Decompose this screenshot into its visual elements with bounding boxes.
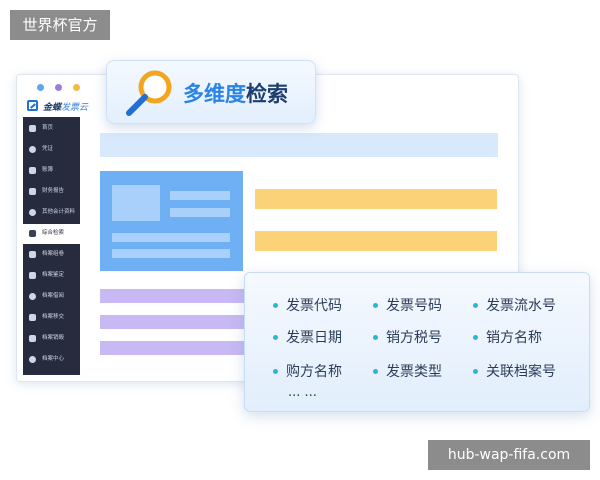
search-title: 多维度检索: [183, 78, 288, 108]
sidebar-item-archive-group[interactable]: 档案组卷: [23, 245, 80, 265]
brand-logo: 金蝶发票云: [23, 97, 97, 117]
trash-icon: [29, 335, 36, 342]
sidebar-item-label: 凭证: [42, 146, 54, 152]
more-fields-ellipsis: ... ...: [288, 385, 317, 400]
pie-chart-icon: [29, 146, 36, 153]
search-list-icon: [29, 230, 36, 237]
sidebar-item-label: 其他会计资料: [42, 209, 76, 215]
sidebar-item-archive-transfer[interactable]: 档案移交: [23, 308, 80, 328]
text-placeholder: [112, 233, 230, 242]
sidebar-item-report[interactable]: 财务报告: [23, 182, 80, 202]
magnifier-icon: [126, 70, 172, 116]
folder-icon: [29, 251, 36, 258]
preview-card: [100, 171, 243, 271]
bullet-icon: [473, 334, 478, 340]
field-item[interactable]: 发票类型: [373, 361, 442, 381]
logo-icon: [27, 100, 38, 111]
search-title-highlight: 多维度: [183, 82, 246, 106]
sidebar-item-label: 财务报告: [42, 188, 65, 194]
field-item[interactable]: 发票号码: [373, 295, 442, 315]
brand-sub: 发票云: [61, 103, 89, 113]
image-placeholder: [112, 185, 160, 221]
search-bar-placeholder[interactable]: [100, 133, 498, 157]
purple-row: [100, 315, 260, 329]
watermark-top: 世界杯官方: [10, 10, 110, 40]
sidebar-item-label: 档案借阅: [42, 293, 65, 299]
window-dot-purple[interactable]: [55, 84, 62, 91]
report-icon: [29, 188, 36, 195]
yellow-row: [255, 189, 497, 209]
sidebar-item-archive-appraise[interactable]: 档案鉴定: [23, 266, 80, 286]
field-item[interactable]: 购方名称: [273, 361, 342, 381]
search-title-rest: 检索: [246, 82, 288, 106]
sidebar-item-label: 档案移交: [42, 314, 65, 320]
search-header-card: 多维度检索: [106, 60, 316, 124]
sidebar-item-search[interactable]: 综合检索: [23, 224, 80, 244]
circle-icon: [29, 209, 36, 216]
sidebar-item-label: 档案组卷: [42, 251, 65, 257]
bullet-icon: [273, 368, 278, 374]
sidebar-item-label: 账簿: [42, 167, 54, 173]
archive-center-icon: [29, 356, 36, 363]
text-placeholder: [112, 249, 230, 258]
sidebar-item-archive-center[interactable]: 档案中心: [23, 350, 80, 370]
text-placeholder: [170, 191, 230, 200]
bullet-icon: [473, 368, 478, 374]
sidebar-item-ledger[interactable]: 账簿: [23, 161, 80, 181]
bullet-icon: [473, 302, 478, 308]
bullet-icon: [373, 302, 378, 308]
sidebar-item-label: 档案鉴定: [42, 272, 65, 278]
window-dot-blue[interactable]: [37, 84, 44, 91]
field-item[interactable]: 销方税号: [373, 327, 442, 347]
document-icon: [29, 272, 36, 279]
sidebar-item-label: 档案销毁: [42, 335, 65, 341]
sidebar-item-archive-borrow[interactable]: 档案借阅: [23, 287, 80, 307]
field-item[interactable]: 销方名称: [473, 327, 542, 347]
brand-name: 金蝶: [43, 103, 62, 113]
text-placeholder: [170, 208, 230, 217]
search-fields-panel: 发票代码 发票号码 发票流水号 发票日期 销方税号 销方名称 购方名称 发票类型…: [244, 272, 590, 412]
purple-row: [100, 341, 260, 355]
transfer-icon: [29, 314, 36, 321]
book-icon: [29, 167, 36, 174]
window-dot-yellow[interactable]: [73, 84, 80, 91]
home-icon: [29, 125, 36, 132]
field-item[interactable]: 发票日期: [273, 327, 342, 347]
field-item[interactable]: 发票流水号: [473, 295, 556, 315]
purple-row: [100, 289, 260, 303]
sidebar-item-label: 首页: [42, 125, 54, 131]
sidebar-item-archive-destroy[interactable]: 档案销毁: [23, 329, 80, 349]
sidebar-item-other[interactable]: 其他会计资料: [23, 203, 80, 223]
watermark-bottom: hub-wap-fifa.com: [428, 440, 590, 470]
sidebar-item-label: 综合检索: [42, 230, 65, 236]
bullet-icon: [373, 334, 378, 340]
sidebar-item-home[interactable]: 首页: [23, 119, 80, 139]
borrow-icon: [29, 293, 36, 300]
field-item[interactable]: 关联档案号: [473, 361, 556, 381]
yellow-row: [255, 231, 497, 251]
bullet-icon: [373, 368, 378, 374]
sidebar-item-voucher[interactable]: 凭证: [23, 140, 80, 160]
sidebar-item-label: 档案中心: [42, 356, 65, 362]
bullet-icon: [273, 302, 278, 308]
sidebar: 首页 凭证 账簿 财务报告 其他会计资料 综合检索 档案组卷 档案鉴定 档案借阅…: [23, 117, 80, 375]
field-item[interactable]: 发票代码: [273, 295, 342, 315]
bullet-icon: [273, 334, 278, 340]
